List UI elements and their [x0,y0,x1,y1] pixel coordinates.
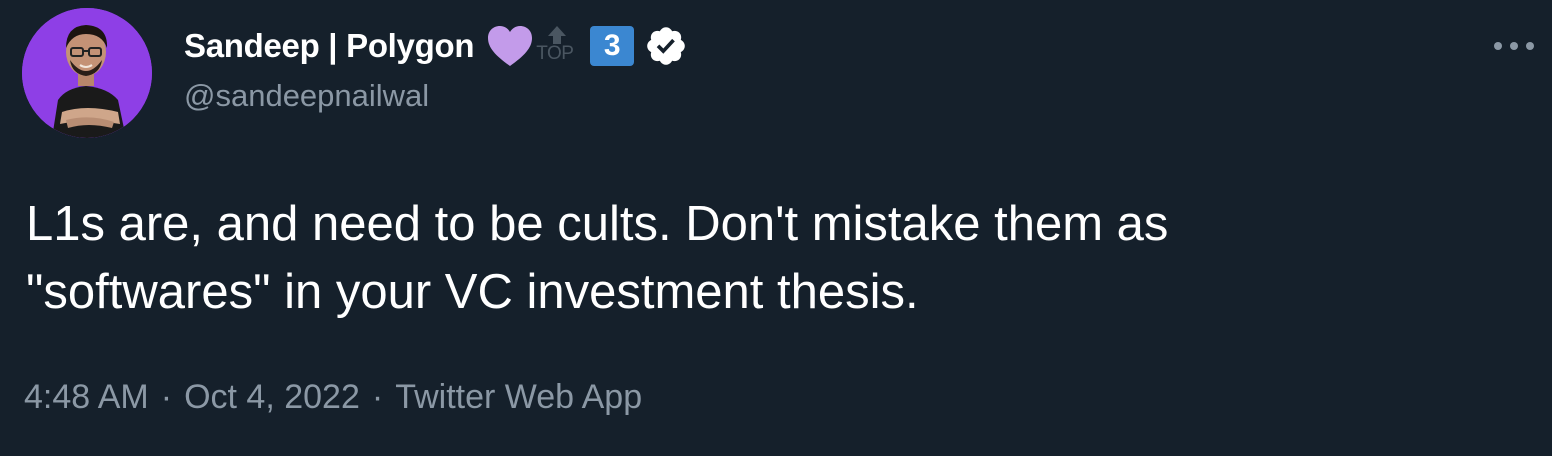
top-arrow-icon: TOP [536,24,586,68]
purple-heart-icon [486,24,534,68]
tweet-text-line-2: "softwares" in your VC investment thesis… [26,265,919,319]
meta-separator: · [160,378,173,416]
tweet-meta: 4:48 AM · Oct 4, 2022 · Twitter Web App [24,378,642,417]
verified-badge-icon [644,24,688,68]
tweet-text: L1s are, and need to be cults. Don't mis… [26,190,1526,326]
tweet-time[interactable]: 4:48 AM [24,378,149,417]
meta-separator: · [371,378,384,416]
avatar-photo [22,8,152,138]
author-handle[interactable]: @sandeepnailwal [184,78,429,114]
tweet-card: Sandeep | Polygon TOP 3 @sandeepnailwal … [0,0,1552,456]
top-label: TOP [536,43,574,64]
more-options-icon[interactable] [1490,34,1538,58]
avatar[interactable] [22,8,152,138]
tweet-text-line-1: L1s are, and need to be cults. Don't mis… [26,197,1169,251]
tweet-source[interactable]: Twitter Web App [395,378,642,417]
tweet-date[interactable]: Oct 4, 2022 [184,378,360,417]
author-name-row: Sandeep | Polygon TOP 3 [184,24,688,68]
keycap-three-icon: 3 [590,26,635,66]
author-display-name[interactable]: Sandeep | Polygon [184,27,474,65]
